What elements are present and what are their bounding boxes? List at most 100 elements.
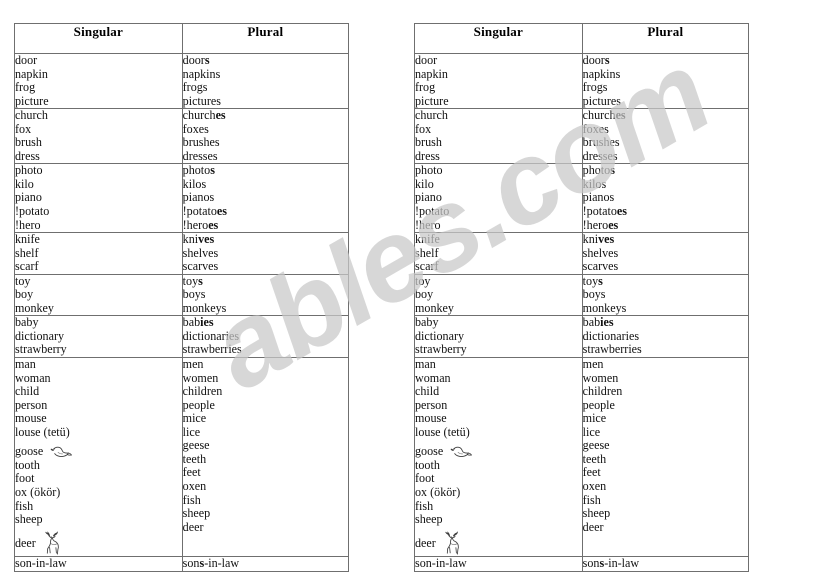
plural-word: teeth bbox=[183, 452, 348, 467]
plural-cell: photos kilos pianos !potatoes !heroes bbox=[581, 163, 750, 234]
plural-stem: napkins bbox=[182, 66, 221, 81]
plural-word: brushes bbox=[183, 136, 348, 150]
singular-text: napkin bbox=[15, 66, 48, 81]
table-row: son-in-law sons-in-law bbox=[414, 556, 750, 572]
singular-word: baby bbox=[415, 316, 582, 330]
singular-word: knife bbox=[415, 232, 582, 247]
table-row: door napkin frog picture doors napkins frogs pi… bbox=[414, 52, 750, 110]
worksheet-page: ables.com Singular Plural door napkin frog… bbox=[0, 0, 821, 581]
singular-word: dress bbox=[15, 148, 182, 164]
plural-stem: kilos bbox=[582, 176, 607, 191]
plural-stem: brushes bbox=[582, 135, 620, 150]
singular-word: piano bbox=[15, 191, 182, 205]
singular-text: deer bbox=[15, 535, 36, 550]
singular-plural-table: Singular Plural door napkin frog picture doo… bbox=[414, 23, 750, 572]
plural-suffix: s bbox=[598, 273, 603, 288]
plural-stem: kilos bbox=[182, 176, 207, 191]
plural-word: strawberries bbox=[183, 343, 348, 357]
plural-stem: son bbox=[582, 556, 600, 571]
plural-stem: dresses bbox=[182, 148, 218, 163]
plural-word: photos bbox=[183, 164, 348, 178]
plural-word: monkeys bbox=[183, 301, 348, 316]
singular-word: mouse bbox=[15, 411, 182, 426]
singular-text: monkey bbox=[15, 300, 54, 315]
column-header-plural: Plural bbox=[181, 23, 350, 54]
plural-word: !potatoes bbox=[183, 204, 348, 219]
table-row: knife shelf scarf knives shelves scarves bbox=[14, 232, 350, 275]
singular-text: knife bbox=[15, 232, 40, 247]
deer-icon bbox=[43, 530, 65, 556]
singular-word: frog bbox=[415, 80, 582, 95]
plural-stem: shelves bbox=[582, 245, 619, 260]
singular-text: shelf bbox=[15, 245, 39, 260]
singular-word: person bbox=[15, 398, 182, 413]
singular-word: dictionary bbox=[15, 328, 182, 344]
table-row: knife shelf scarf knives shelves scarves bbox=[414, 232, 750, 275]
plural-word: frogs bbox=[183, 80, 348, 95]
singular-text: toy bbox=[415, 273, 431, 288]
plural-word: boys bbox=[583, 288, 748, 302]
plural-stem: dresses bbox=[582, 148, 618, 163]
plural-stem: pianos bbox=[182, 190, 215, 205]
plural-word: mice bbox=[183, 411, 348, 426]
singular-text: dictionary bbox=[15, 328, 65, 343]
plural-suffix: ies bbox=[200, 315, 214, 330]
singular-word: sheep bbox=[415, 512, 582, 527]
plural-word: shelves bbox=[582, 245, 748, 261]
singular-word: sheep bbox=[15, 512, 182, 527]
singular-word: dress bbox=[415, 149, 582, 164]
singular-cell: knife shelf scarf bbox=[414, 232, 583, 275]
plural-word: pianos bbox=[583, 191, 748, 205]
plural-word: napkins bbox=[182, 66, 348, 82]
plural-word: foxes bbox=[583, 122, 748, 137]
plural-word: men bbox=[183, 357, 348, 372]
singular-text: child bbox=[15, 384, 40, 399]
plural-stem: brushes bbox=[182, 135, 220, 150]
singular-text: fox bbox=[415, 121, 432, 136]
singular-text: toy bbox=[15, 273, 31, 288]
singular-text: photo bbox=[15, 163, 43, 178]
plural-suffix: ves bbox=[598, 232, 615, 247]
singular-text: foot bbox=[415, 471, 435, 486]
singular-cell: toy boy monkey bbox=[14, 273, 183, 317]
plural-stem: mice bbox=[582, 411, 607, 426]
plural-word: churches bbox=[183, 108, 348, 123]
plural-stem: boys bbox=[182, 287, 206, 302]
singular-text: photo bbox=[415, 163, 443, 178]
singular-text: son-in-law bbox=[415, 556, 467, 571]
plural-cell: men women children people mice lice geese teeth… bbox=[581, 357, 750, 558]
plural-stem: monkeys bbox=[582, 300, 627, 315]
singular-cell: photo kilo piano !potato !hero bbox=[414, 163, 583, 234]
singular-word: toy bbox=[15, 273, 182, 289]
singular-text: dress bbox=[15, 148, 40, 163]
plural-stem: fish bbox=[582, 492, 601, 507]
table-row: man woman child person mouse louse (tetü) goos… bbox=[14, 357, 350, 558]
singular-word: door bbox=[415, 53, 582, 68]
plural-suffix: s bbox=[604, 53, 610, 67]
plural-stem: son bbox=[182, 556, 200, 571]
singular-text: church bbox=[15, 108, 48, 123]
singular-text: baby bbox=[415, 315, 439, 330]
singular-word: monkey bbox=[415, 301, 582, 316]
plural-word: geese bbox=[583, 439, 748, 453]
singular-word: kilo bbox=[415, 177, 582, 192]
plural-suffix: es bbox=[616, 204, 627, 219]
singular-text: picture bbox=[415, 93, 449, 108]
plural-word: dresses bbox=[582, 148, 748, 164]
singular-word: church bbox=[415, 108, 582, 123]
plural-stem: people bbox=[582, 397, 615, 412]
singular-word: ox (ökör) bbox=[15, 485, 182, 500]
plural-stem: feet bbox=[182, 465, 201, 480]
plural-stem: kni bbox=[182, 232, 199, 247]
singular-word: brush bbox=[15, 136, 182, 150]
table-row: door napkin frog picture doors napkins frogs pi… bbox=[14, 52, 350, 110]
plural-word: toys bbox=[183, 274, 348, 289]
singular-word: door bbox=[15, 53, 182, 68]
plural-stem: oxen bbox=[182, 478, 207, 493]
plural-stem: children bbox=[182, 384, 223, 399]
plural-word: knives bbox=[583, 232, 748, 247]
plural-stem: !hero bbox=[582, 217, 609, 232]
table-row: photo kilo piano !potato !hero photos kilos pia… bbox=[14, 163, 350, 234]
plural-word: !heroes bbox=[183, 218, 348, 233]
singular-cell: baby dictionary strawberry bbox=[414, 315, 583, 359]
